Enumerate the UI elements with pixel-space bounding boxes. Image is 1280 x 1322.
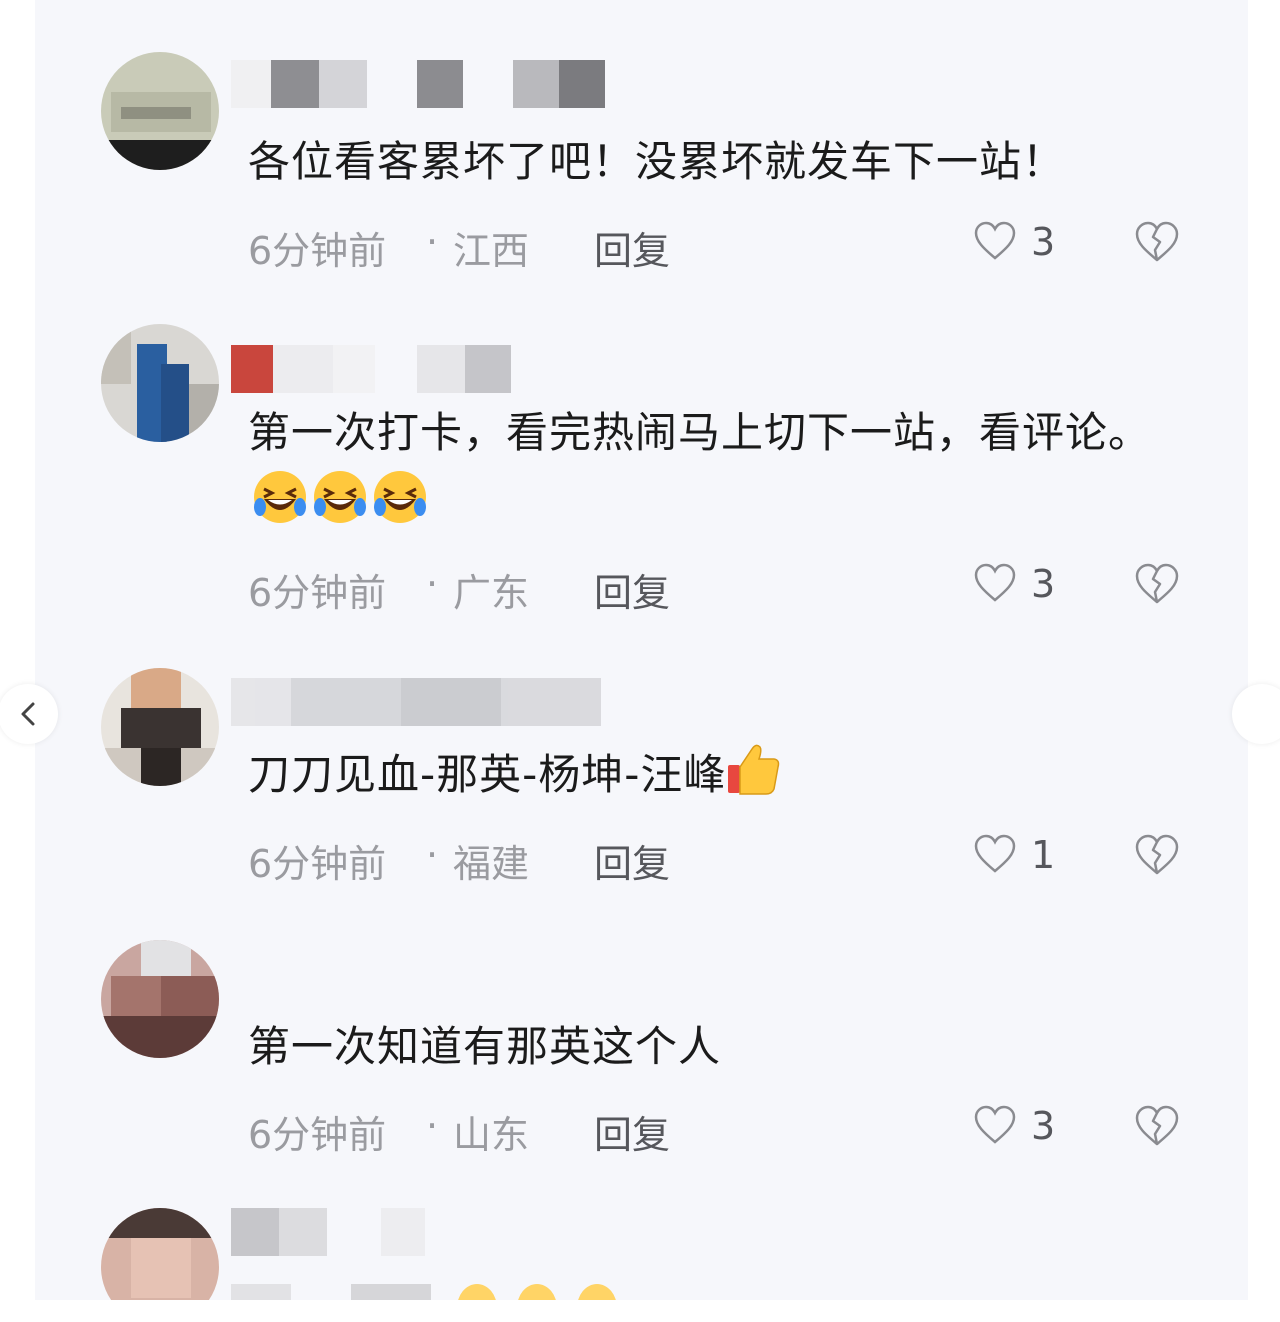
comment-text: 各位看客累坏了吧！没累坏就发车下一站！: [248, 137, 1066, 186]
comment-region: 福建: [453, 842, 530, 886]
meta-separator: ·: [426, 833, 439, 877]
meta-separator: ·: [426, 1104, 439, 1148]
heart-outline-icon: [974, 834, 1016, 873]
heart-outline-icon: [974, 563, 1016, 602]
avatar[interactable]: [101, 324, 219, 442]
comment-meta: 6分钟前 · 福建 回复 1: [248, 825, 1208, 888]
chevron-left-icon: [21, 702, 35, 726]
comment-text-content: 刀刀见血-那英-杨坤-汪峰: [248, 750, 727, 799]
username-blurred[interactable]: [231, 1208, 471, 1256]
comment-list: 各位看客累坏了吧！没累坏就发车下一站！ 6分钟前 · 江西 回复 3 第一次打卡…: [35, 0, 1248, 1300]
laughing-crying-emoji: [374, 471, 426, 523]
comment-meta: 6分钟前 · 山东 回复 3: [248, 1096, 1208, 1159]
comment-time: 6分钟前: [248, 842, 387, 886]
broken-heart-icon: [1135, 221, 1179, 262]
dislike-button[interactable]: [1134, 562, 1180, 608]
avatar[interactable]: [101, 1208, 219, 1300]
like-button[interactable]: 1: [973, 831, 1083, 881]
previous-button[interactable]: [0, 684, 58, 744]
comment-region: 山东: [453, 1113, 530, 1157]
laughing-crying-emoji: [254, 471, 306, 523]
like-button[interactable]: 3: [973, 560, 1083, 610]
username-blurred[interactable]: [231, 60, 605, 108]
comment-region: 江西: [453, 229, 530, 273]
dislike-button[interactable]: [1134, 220, 1180, 266]
heart-outline-icon: [974, 221, 1016, 260]
dislike-button[interactable]: [1134, 1104, 1180, 1150]
laughing-crying-emoji: [314, 471, 366, 523]
broken-heart-icon: [1135, 563, 1179, 604]
comment-text: 刀刀见血-那英-杨坤-汪峰: [248, 740, 1208, 810]
broken-heart-icon: [1135, 1105, 1179, 1146]
avatar[interactable]: [101, 940, 219, 1058]
avatar[interactable]: [101, 52, 219, 170]
username-blurred[interactable]: [231, 345, 521, 393]
comment-time: 6分钟前: [248, 1113, 387, 1157]
comment-time: 6分钟前: [248, 571, 387, 615]
reply-button[interactable]: 回复: [594, 833, 670, 888]
heart-outline-icon: [974, 1105, 1016, 1144]
reply-button[interactable]: 回复: [594, 220, 670, 275]
meta-separator: ·: [426, 220, 439, 264]
like-count: 3: [1031, 1104, 1056, 1148]
like-button[interactable]: 3: [973, 1102, 1083, 1152]
comment-meta: 6分钟前 · 江西 回复 3: [248, 212, 1208, 275]
thumbs-up-emoji: [728, 744, 780, 795]
comment-region: 广东: [453, 571, 530, 615]
comment-time: 6分钟前: [248, 229, 387, 273]
comment-meta: 6分钟前 · 广东 回复 3: [248, 554, 1208, 617]
meta-separator: ·: [426, 562, 439, 606]
dislike-button[interactable]: [1134, 833, 1180, 879]
reply-button[interactable]: 回复: [594, 562, 670, 617]
broken-heart-icon: [1135, 834, 1179, 875]
avatar[interactable]: [101, 668, 219, 786]
like-count: 1: [1031, 833, 1056, 877]
like-button[interactable]: 3: [973, 218, 1083, 268]
comment-text-content: 第一次打卡，看完热闹马上切下一站，看评论。: [248, 408, 1152, 457]
comment-text-blurred: [231, 1284, 631, 1300]
comment-text: 第一次打卡，看完热闹马上切下一站，看评论。: [248, 398, 1208, 538]
like-count: 3: [1031, 562, 1056, 606]
reply-button[interactable]: 回复: [594, 1104, 670, 1159]
comment-text: 第一次知道有那英这个人: [248, 1022, 722, 1071]
like-count: 3: [1031, 220, 1056, 264]
username-blurred[interactable]: [231, 678, 611, 726]
